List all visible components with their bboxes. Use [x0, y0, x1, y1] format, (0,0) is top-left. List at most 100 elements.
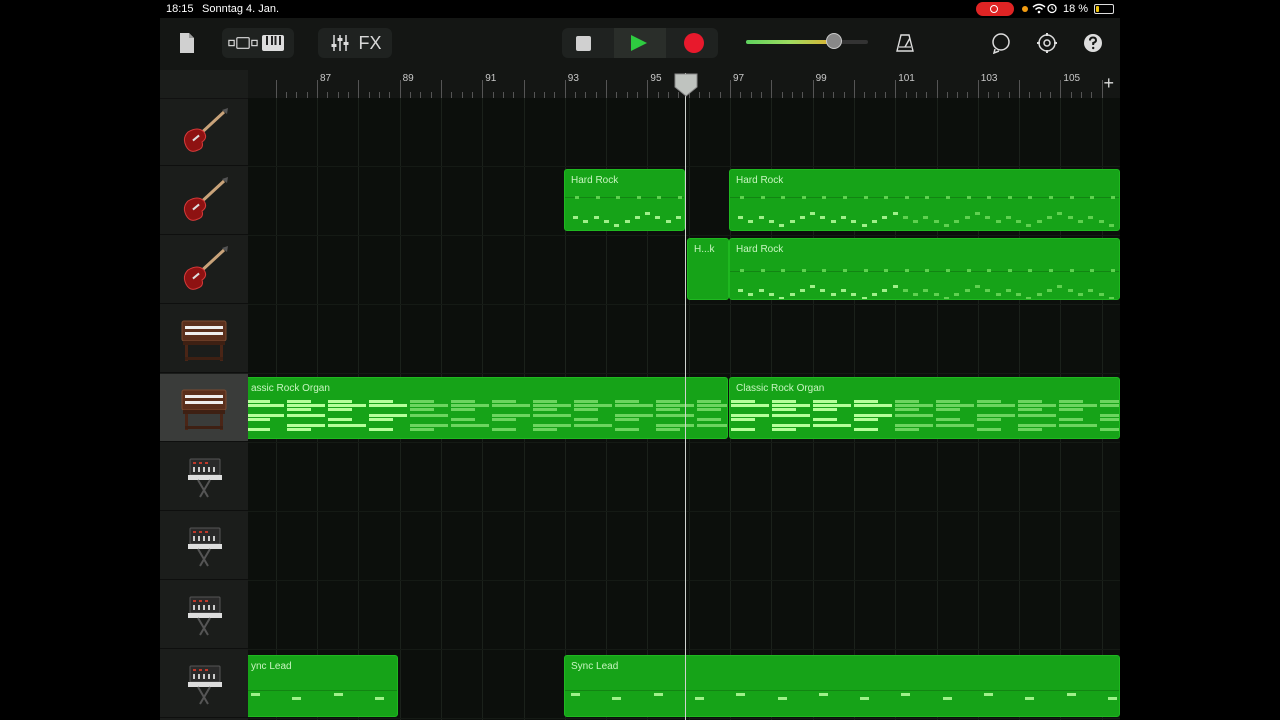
midi-note — [810, 285, 816, 288]
playhead-handle[interactable] — [674, 73, 698, 97]
volume-knob[interactable] — [825, 33, 842, 49]
region-hard-rock[interactable]: Hard Rock — [564, 169, 685, 231]
track-header[interactable] — [160, 374, 248, 442]
midi-note — [731, 404, 769, 407]
organ-icon — [178, 313, 230, 365]
region-sync-lead[interactable]: ync Lead — [248, 655, 398, 717]
midi-note — [697, 408, 721, 411]
midi-note — [248, 404, 284, 407]
region-divider — [248, 690, 397, 691]
midi-note — [738, 289, 743, 292]
master-volume-slider[interactable] — [746, 33, 868, 49]
region-hard-rock-short[interactable]: H...k — [687, 238, 729, 300]
midi-note — [895, 428, 919, 431]
midi-note — [1025, 697, 1035, 700]
midi-note — [369, 414, 407, 417]
midi-note — [779, 224, 785, 227]
midi-note — [451, 404, 489, 407]
settings-icon[interactable] — [1032, 28, 1062, 58]
play-icon[interactable] — [631, 35, 647, 51]
midi-note — [944, 224, 949, 227]
midi-note — [871, 293, 877, 296]
region-classic-rock-organ[interactable]: Classic Rock Organ — [729, 377, 1120, 439]
arrange-area[interactable]: Hard Rock Hard Rock H...k Hard Rock assi… — [248, 98, 1120, 720]
midi-note — [854, 428, 878, 431]
midi-note — [954, 293, 960, 296]
midi-note — [1018, 400, 1042, 403]
track-header[interactable] — [160, 650, 248, 718]
region-hard-rock[interactable]: Hard Rock — [729, 169, 1120, 231]
track-header[interactable] — [160, 581, 248, 649]
midi-note — [748, 293, 754, 296]
midi-note — [1067, 289, 1073, 292]
midi-note — [1059, 408, 1083, 411]
midi-note — [1100, 400, 1119, 403]
midi-note — [813, 424, 851, 427]
keyboard-icon[interactable] — [258, 28, 288, 58]
midi-note — [656, 408, 680, 411]
midi-note — [533, 424, 571, 427]
midi-note — [977, 404, 1015, 407]
midi-note — [615, 404, 653, 407]
midi-note — [492, 414, 530, 417]
midi-note — [779, 297, 785, 299]
midi-note — [676, 216, 681, 219]
midi-note — [854, 400, 878, 403]
bar-tick — [771, 80, 773, 98]
loop-icon[interactable] — [986, 28, 1016, 58]
track-header[interactable] — [160, 167, 248, 235]
region-sync-lead[interactable]: Sync Lead — [564, 655, 1120, 717]
battery-icon — [1094, 4, 1114, 14]
track-lane — [248, 512, 1120, 581]
track-header[interactable] — [160, 305, 248, 373]
screen-recording-icon[interactable] — [976, 2, 1014, 16]
midi-note — [656, 428, 680, 431]
midi-note — [1018, 404, 1056, 407]
mic-indicator-icon — [1022, 6, 1028, 12]
help-icon[interactable] — [1078, 28, 1108, 58]
bar-tick — [440, 80, 442, 98]
midi-note — [1057, 212, 1063, 215]
mixer-icon[interactable] — [325, 28, 355, 58]
midi-note — [410, 408, 434, 411]
track-header[interactable] — [160, 443, 248, 511]
region-hard-rock[interactable]: Hard Rock — [729, 238, 1120, 300]
midi-note — [1036, 220, 1042, 223]
midi-note — [768, 220, 774, 223]
region-classic-rock-organ[interactable]: assic Rock Organ — [248, 377, 728, 439]
metronome-icon[interactable] — [890, 28, 920, 58]
midi-note — [251, 693, 260, 696]
region-name: Hard Rock — [736, 175, 784, 186]
midi-note — [740, 269, 744, 272]
midi-note — [933, 220, 939, 223]
midi-note — [801, 196, 806, 199]
midi-note — [772, 404, 810, 407]
midi-note — [871, 220, 877, 223]
track-header[interactable] — [160, 512, 248, 580]
midi-note — [923, 289, 929, 292]
view-toggle-icon[interactable] — [228, 28, 258, 58]
midi-note — [655, 216, 661, 219]
midi-note — [287, 414, 325, 417]
bar-tick — [1060, 80, 1062, 98]
track-header[interactable] — [160, 98, 248, 166]
midi-note — [813, 418, 837, 421]
fx-button[interactable]: FX — [355, 28, 385, 58]
playhead[interactable] — [685, 73, 686, 720]
midi-note — [328, 408, 352, 411]
document-icon[interactable] — [172, 28, 202, 58]
stop-icon[interactable] — [576, 36, 591, 51]
midi-note — [772, 414, 810, 417]
battery-percent: 18 % — [1063, 3, 1089, 15]
midi-note — [333, 693, 343, 696]
midi-note — [1067, 216, 1073, 219]
record-icon[interactable] — [684, 33, 704, 53]
track-header[interactable] — [160, 236, 248, 304]
midi-note — [248, 428, 270, 431]
add-section-button[interactable]: + — [1103, 73, 1114, 93]
midi-note — [892, 285, 898, 288]
midi-note — [799, 216, 805, 219]
midi-note — [1108, 297, 1114, 299]
midi-note — [248, 400, 270, 403]
midi-note — [287, 408, 311, 411]
